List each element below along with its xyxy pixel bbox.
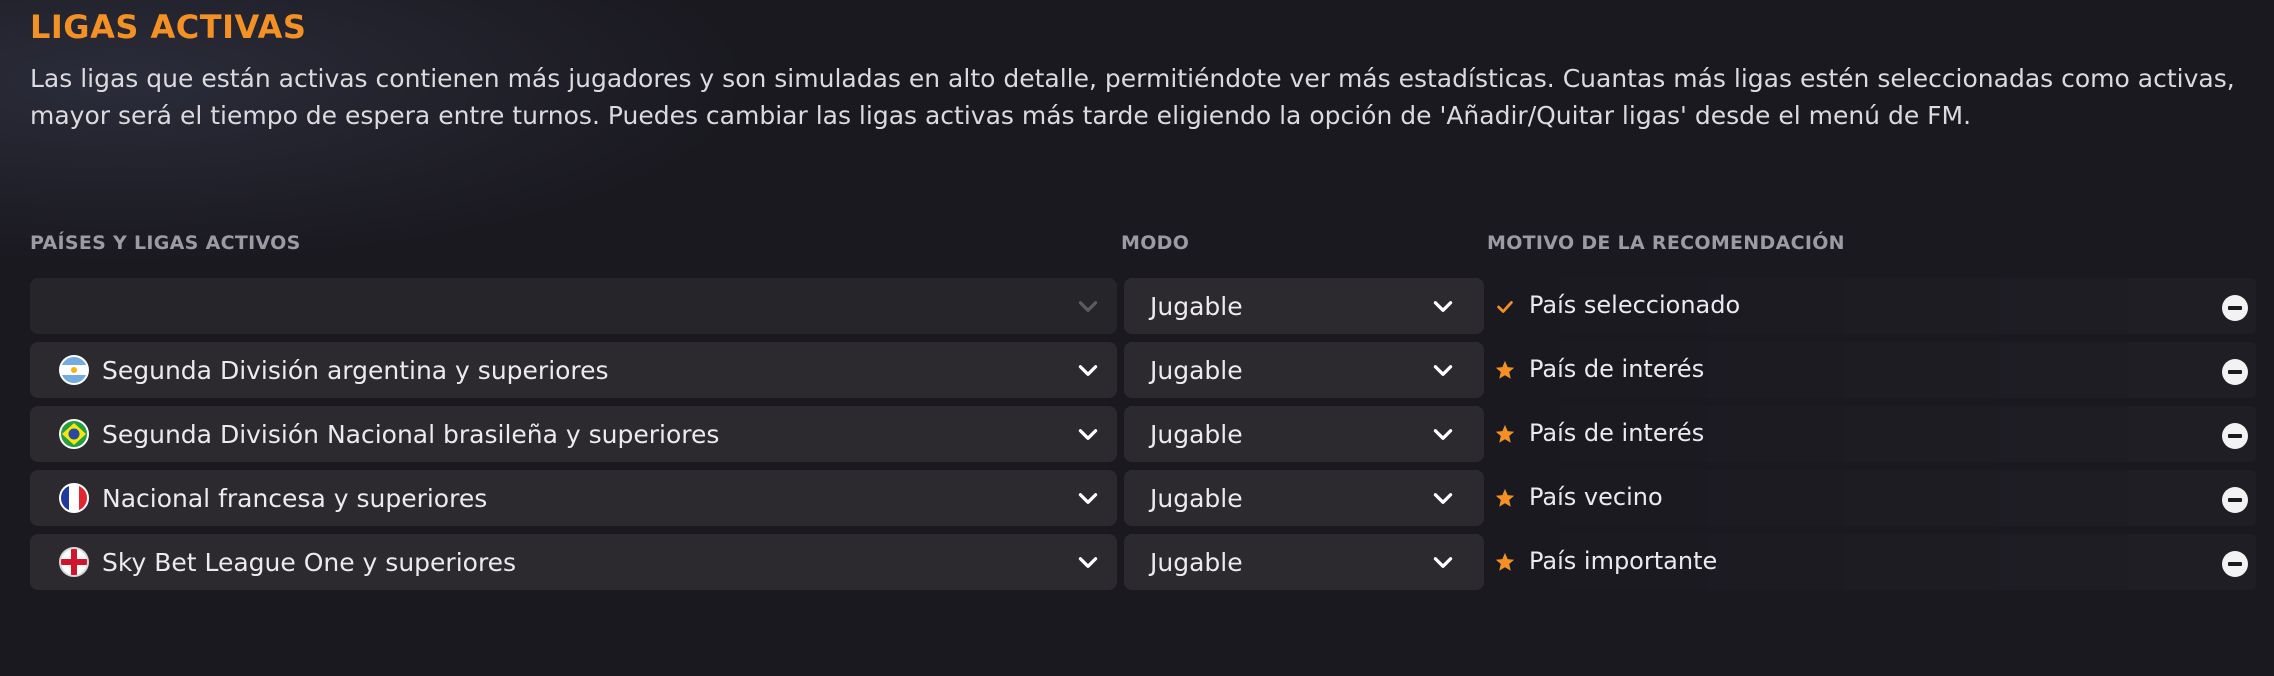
reason-text: País importante	[1529, 547, 1718, 575]
chevron-down-icon	[1078, 365, 1098, 376]
england-flag-icon	[58, 546, 90, 578]
chevron-down-icon	[1078, 557, 1098, 568]
league-row: Nacional francesa y superiores Jugable P…	[0, 470, 2274, 526]
reason-text: País de interés	[1529, 355, 1705, 383]
mode-dropdown[interactable]: Jugable	[1124, 470, 1484, 526]
mode-dropdown[interactable]: Jugable	[1124, 278, 1484, 334]
league-row: Segunda División argentina y superiores …	[0, 342, 2274, 398]
league-dropdown[interactable]: Sky Bet League One y superiores	[30, 534, 1117, 590]
league-row: Segunda División Nacional brasileña y su…	[0, 406, 2274, 462]
argentina-flag-icon	[58, 354, 90, 386]
brazil-flag-icon	[58, 418, 90, 450]
mode-value: Jugable	[1150, 483, 1243, 513]
column-header-leagues: PAÍSES Y LIGAS ACTIVOS	[30, 232, 301, 254]
league-name: Sky Bet League One y superiores	[102, 547, 517, 577]
chevron-down-icon	[1433, 429, 1453, 440]
remove-icon[interactable]	[2221, 422, 2249, 450]
league-dropdown[interactable]: Segunda División Nacional brasileña y su…	[30, 406, 1117, 462]
chevron-down-icon	[1078, 493, 1098, 504]
remove-icon[interactable]	[2221, 550, 2249, 578]
chevron-down-icon	[1078, 429, 1098, 440]
remove-icon[interactable]	[2221, 358, 2249, 386]
star-icon	[1495, 360, 1515, 379]
star-icon	[1495, 552, 1515, 571]
league-dropdown[interactable]: Nacional francesa y superiores	[30, 470, 1117, 526]
section-description: Las ligas que están activas contienen má…	[30, 64, 2235, 130]
league-dropdown[interactable]: Segunda División argentina y superiores	[30, 342, 1117, 398]
chevron-down-icon	[1433, 557, 1453, 568]
chevron-down-icon	[1433, 493, 1453, 504]
league-name: Nacional francesa y superiores	[102, 483, 488, 513]
mode-dropdown[interactable]: Jugable	[1124, 534, 1484, 590]
star-icon	[1495, 488, 1515, 507]
check-icon	[1497, 301, 1513, 313]
reason-text: País de interés	[1529, 419, 1705, 447]
league-row: Sky Bet League One y superiores Jugable …	[0, 534, 2274, 590]
column-header-mode: MODO	[1121, 232, 1190, 254]
section-title: LIGAS ACTIVAS	[30, 8, 307, 46]
mode-value: Jugable	[1150, 419, 1243, 449]
chevron-down-icon	[1433, 301, 1453, 312]
league-name: Segunda División argentina y superiores	[102, 355, 609, 385]
league-row: Jugable País seleccionado	[0, 278, 2274, 334]
reason-text: País vecino	[1529, 483, 1663, 511]
league-dropdown[interactable]	[30, 278, 1117, 334]
mode-dropdown[interactable]: Jugable	[1124, 342, 1484, 398]
france-flag-icon	[58, 482, 90, 514]
star-icon	[1495, 424, 1515, 443]
column-header-reason: MOTIVO DE LA RECOMENDACIÓN	[1487, 232, 1845, 254]
mode-value: Jugable	[1150, 291, 1243, 321]
chevron-down-icon	[1078, 301, 1098, 312]
chevron-down-icon	[1433, 365, 1453, 376]
mode-dropdown[interactable]: Jugable	[1124, 406, 1484, 462]
reason-text: País seleccionado	[1529, 291, 1741, 319]
mode-value: Jugable	[1150, 355, 1243, 385]
league-name: Segunda División Nacional brasileña y su…	[102, 419, 720, 449]
remove-icon[interactable]	[2221, 486, 2249, 514]
remove-icon[interactable]	[2221, 294, 2249, 322]
mode-value: Jugable	[1150, 547, 1243, 577]
